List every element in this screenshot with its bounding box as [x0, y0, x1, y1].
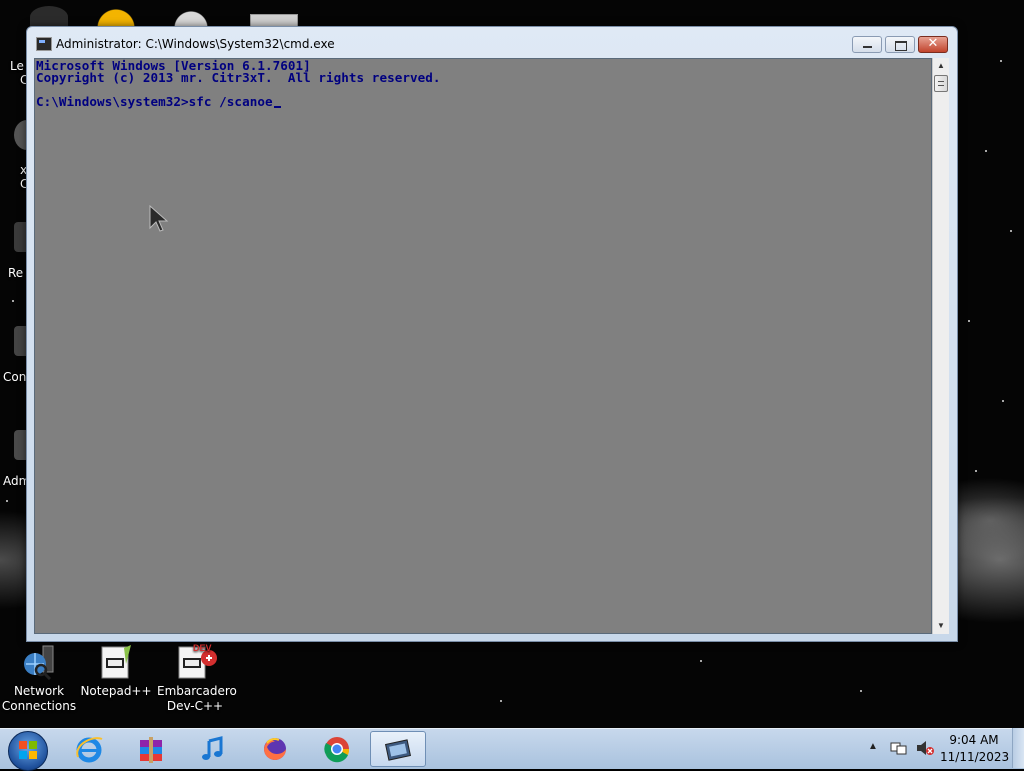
console-command: C:\Windows\system32>sfc /scanoe [36, 94, 273, 109]
devcpp-icon: DEV [177, 643, 217, 680]
text-cursor [273, 106, 281, 108]
desktop-icon-label: Notepad++ [80, 684, 152, 698]
cmd-icon[interactable] [36, 37, 52, 51]
desktop-icon-devcpp[interactable]: DEV Embarcadero Dev-C++ [157, 643, 237, 714]
title-bar[interactable]: Administrator: C:\Windows\System32\cmd.e… [27, 27, 957, 57]
desktop-icon-label: Embarcadero [157, 684, 237, 698]
taskbar-firefox[interactable] [248, 731, 304, 767]
maximize-icon [895, 41, 907, 51]
desktop-icon-notepadpp[interactable]: Notepad++ [78, 644, 154, 699]
gear-icon[interactable] [172, 6, 210, 28]
clock-time[interactable]: 9:04 AM [940, 733, 1008, 747]
cmd-icon [384, 739, 412, 761]
show-desktop-button[interactable] [1012, 728, 1024, 768]
network-connections-icon [21, 644, 57, 681]
desktop-icon-label: Dev-C++ [166, 699, 224, 713]
maximize-button[interactable] [885, 36, 915, 53]
taskbar-winrar[interactable] [124, 731, 180, 767]
desktop-icon-label: Connections [1, 699, 77, 713]
show-hidden-icons-chevron-icon[interactable]: ▲ [868, 741, 878, 752]
vertical-scrollbar[interactable]: ▲ ▼ [932, 58, 949, 634]
close-icon: ✕ [927, 36, 939, 51]
desktop-icon-network-connections[interactable]: Network Connections [1, 644, 77, 714]
windows-logo-icon [19, 741, 37, 759]
minimize-icon [863, 46, 872, 48]
window-title: Administrator: C:\Windows\System32\cmd.e… [56, 37, 335, 51]
scroll-up-arrow-icon[interactable]: ▲ [933, 58, 949, 74]
notepadpp-icon [98, 644, 134, 680]
start-button[interactable] [8, 731, 48, 771]
scroll-down-arrow-icon[interactable]: ▼ [933, 618, 949, 634]
vlc-icon[interactable] [96, 6, 136, 28]
desktop-label-edge: Con [3, 370, 27, 384]
taskbar-cmd[interactable] [370, 731, 426, 767]
system-tray: ▲ [860, 728, 940, 768]
desktop-label-edge: Re [8, 266, 24, 280]
mouse-pointer-icon [149, 204, 169, 232]
desktop-label-edge: Le [10, 59, 24, 73]
firefox-icon [264, 738, 286, 760]
archive-icon [140, 737, 162, 763]
close-button[interactable]: ✕ [918, 36, 948, 53]
console-output[interactable]: Microsoft Windows [Version 6.1.7601] Cop… [34, 58, 932, 634]
music-note-icon [202, 736, 223, 760]
network-status-icon[interactable] [890, 740, 908, 756]
taskbar-chrome[interactable] [310, 731, 366, 767]
desktop-icon-top-1[interactable] [30, 6, 68, 28]
taskbar-itunes[interactable] [186, 731, 242, 767]
devcpp-badge: DEV [193, 644, 212, 653]
ie-icon [76, 737, 103, 763]
minimize-button[interactable] [852, 36, 882, 53]
desktop-icon-label: Network [13, 684, 65, 698]
volume-muted-icon[interactable] [915, 740, 935, 756]
cmd-window[interactable]: Administrator: C:\Windows\System32\cmd.e… [26, 26, 958, 642]
taskbar-internet-explorer[interactable] [62, 731, 118, 767]
scroll-thumb[interactable] [934, 75, 948, 92]
chrome-icon [324, 737, 350, 763]
console-prompt-line: C:\Windows\system32>sfc /scanoe [36, 94, 281, 109]
clock-date[interactable]: 11/11/2023 [940, 750, 1009, 764]
console-line: Copyright (c) 2013 mr. Citr3xT. All righ… [36, 70, 441, 85]
